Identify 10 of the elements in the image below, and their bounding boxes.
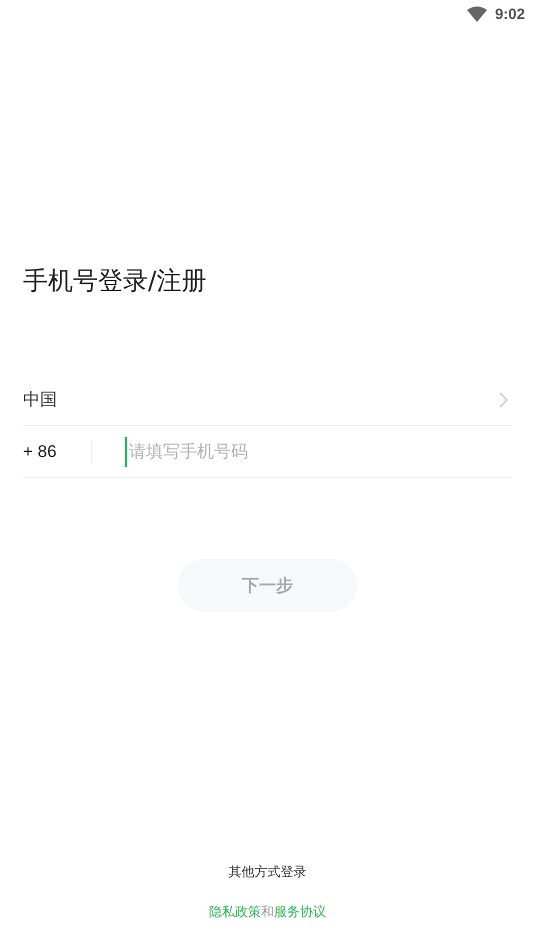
other-login-link[interactable]: 其他方式登录 xyxy=(228,863,306,881)
wifi-icon xyxy=(466,6,487,22)
agreement-text: 隐私政策和服务协议 xyxy=(209,904,326,921)
chevron-right-icon xyxy=(499,392,508,408)
country-selector[interactable]: 中国 xyxy=(23,388,57,411)
terms-link[interactable]: 服务协议 xyxy=(274,905,326,920)
privacy-policy-link[interactable]: 隐私政策 xyxy=(209,905,261,920)
country-code: + 86 xyxy=(23,442,58,462)
status-time: 9:02 xyxy=(494,6,525,22)
page-title: 手机号登录/注册 xyxy=(23,265,208,297)
